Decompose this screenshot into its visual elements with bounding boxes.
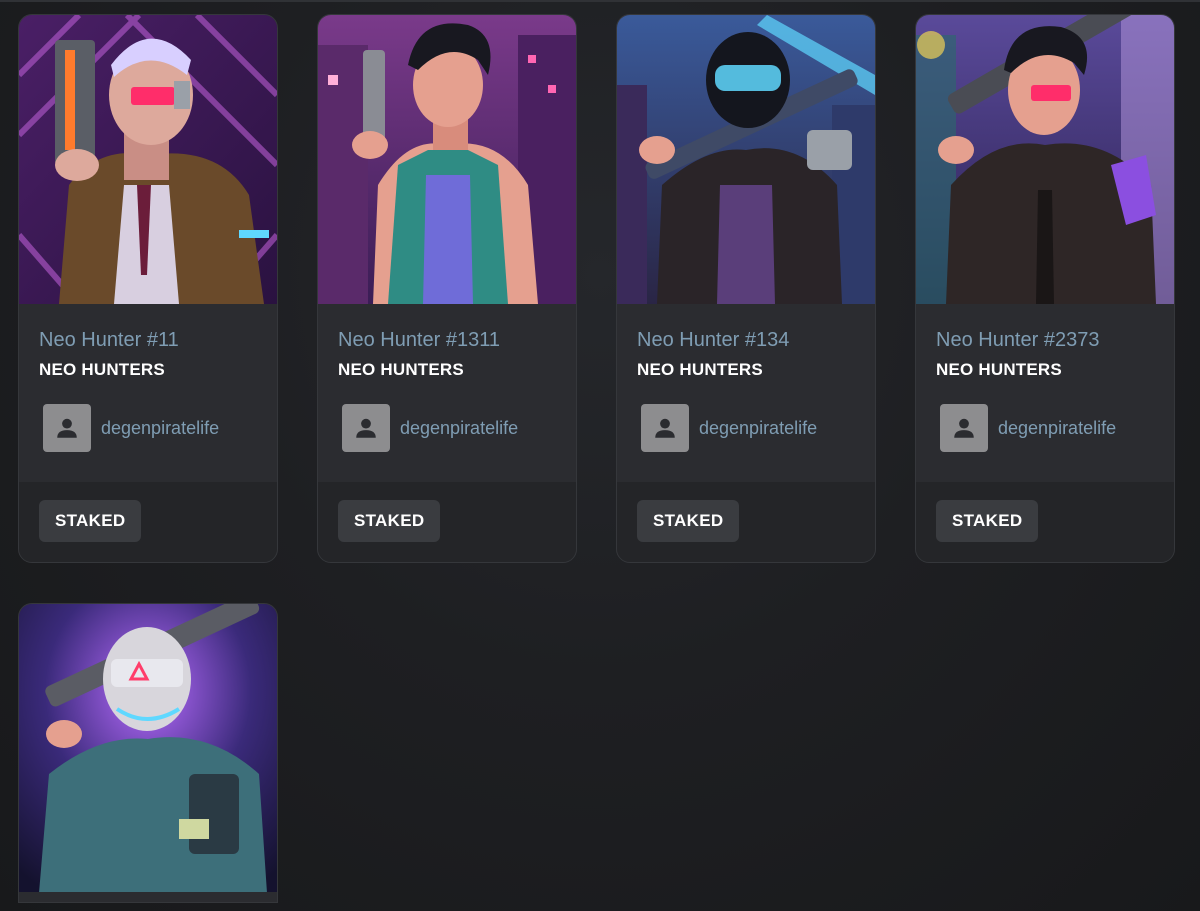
person-icon <box>954 418 974 438</box>
nft-info: Neo Hunter #1311 NEO HUNTERS degenpirate… <box>318 304 576 482</box>
nft-image[interactable] <box>916 15 1174 304</box>
nft-image[interactable] <box>318 15 576 304</box>
nft-gallery-page: Neo Hunter #11 NEO HUNTERS degenpirateli… <box>0 0 1200 911</box>
card-footer: STAKED <box>318 482 576 562</box>
nft-card[interactable]: Neo Hunter #11 NEO HUNTERS degenpirateli… <box>18 14 278 563</box>
nft-name[interactable]: Neo Hunter #134 <box>637 328 875 352</box>
avatar <box>641 404 689 452</box>
status-badge: STAKED <box>338 500 441 542</box>
avatar <box>940 404 988 452</box>
nft-artwork-hunter-11 <box>19 15 277 304</box>
avatar <box>342 404 390 452</box>
owner-row[interactable]: degenpiratelife <box>43 404 277 452</box>
card-footer: STAKED <box>916 482 1174 562</box>
collection-name[interactable]: NEO HUNTERS <box>338 360 576 380</box>
nft-info: Neo Hunter #134 NEO HUNTERS degenpiratel… <box>617 304 875 482</box>
nft-info: Neo Hunter #11 NEO HUNTERS degenpirateli… <box>19 304 277 482</box>
status-badge: STAKED <box>637 500 740 542</box>
avatar <box>43 404 91 452</box>
nft-name[interactable]: Neo Hunter #1311 <box>338 328 576 352</box>
nft-image[interactable] <box>19 604 277 893</box>
owner-row[interactable]: degenpiratelife <box>940 404 1174 452</box>
nft-grid: Neo Hunter #11 NEO HUNTERS degenpirateli… <box>18 14 1175 903</box>
owner-name[interactable]: degenpiratelife <box>400 418 518 439</box>
status-badge: STAKED <box>39 500 142 542</box>
nft-image[interactable] <box>19 15 277 304</box>
nft-artwork-hunter-134 <box>617 15 875 304</box>
person-icon <box>356 418 376 438</box>
collection-name[interactable]: NEO HUNTERS <box>39 360 277 380</box>
nft-card[interactable]: Neo Hunter #2373 NEO HUNTERS degenpirate… <box>915 14 1175 563</box>
card-footer: STAKED <box>617 482 875 562</box>
collection-name[interactable]: NEO HUNTERS <box>936 360 1174 380</box>
nft-artwork-hunter-partial <box>19 604 277 893</box>
nft-card[interactable]: Neo Hunter #1311 NEO HUNTERS degenpirate… <box>317 14 577 563</box>
nft-name[interactable]: Neo Hunter #11 <box>39 328 277 352</box>
nft-card[interactable] <box>18 603 278 903</box>
card-footer: STAKED <box>19 482 277 562</box>
owner-row[interactable]: degenpiratelife <box>342 404 576 452</box>
nft-artwork-hunter-1311 <box>318 15 576 304</box>
person-icon <box>57 418 77 438</box>
owner-name[interactable]: degenpiratelife <box>998 418 1116 439</box>
owner-name[interactable]: degenpiratelife <box>101 418 219 439</box>
nft-info: Neo Hunter #2373 NEO HUNTERS degenpirate… <box>916 304 1174 482</box>
person-icon <box>655 418 675 438</box>
collection-name[interactable]: NEO HUNTERS <box>637 360 875 380</box>
card-footer-partial <box>19 892 277 902</box>
owner-name[interactable]: degenpiratelife <box>699 418 817 439</box>
nft-image[interactable] <box>617 15 875 304</box>
status-badge: STAKED <box>936 500 1039 542</box>
owner-row[interactable]: degenpiratelife <box>641 404 875 452</box>
nft-card[interactable]: Neo Hunter #134 NEO HUNTERS degenpiratel… <box>616 14 876 563</box>
nft-name[interactable]: Neo Hunter #2373 <box>936 328 1174 352</box>
nft-artwork-hunter-2373 <box>916 15 1174 304</box>
